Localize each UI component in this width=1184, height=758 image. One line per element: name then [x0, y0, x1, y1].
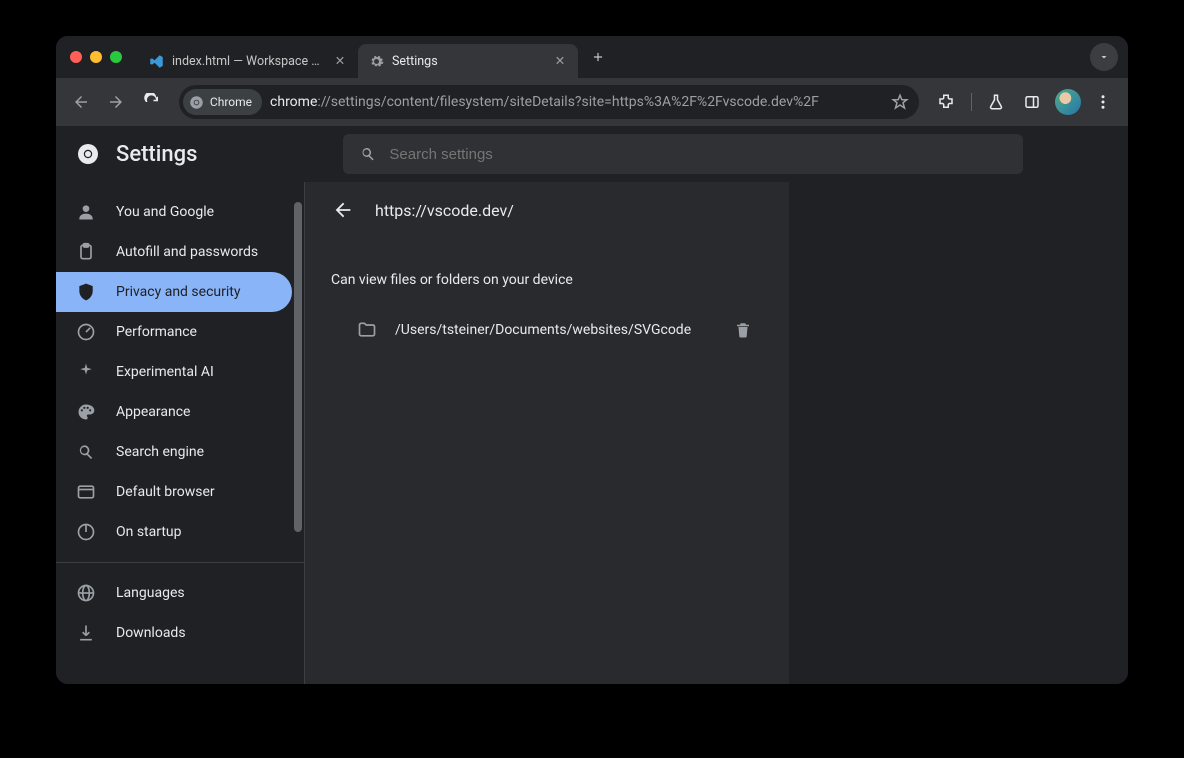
tab-title: index.html — Workspace — V: [172, 54, 324, 69]
browser-window: index.html — Workspace — V ✕ Settings ✕: [56, 36, 1128, 684]
browser-icon: [76, 482, 96, 502]
tab-settings[interactable]: Settings ✕: [358, 44, 578, 78]
site-origin-title: https://vscode.dev/: [375, 201, 514, 220]
person-icon: [76, 202, 96, 222]
nav-forward-button: [102, 85, 132, 119]
section-heading: Can view files or folders on your device: [331, 272, 763, 288]
chrome-icon: [189, 95, 204, 110]
settings-body: You and Google Autofill and passwords Pr…: [56, 182, 1128, 684]
palette-icon: [76, 402, 96, 422]
tab-index-html[interactable]: index.html — Workspace — V ✕: [138, 44, 358, 78]
search-settings-input[interactable]: [389, 146, 1007, 163]
sidebar-item-label: Languages: [116, 585, 185, 601]
new-tab-button[interactable]: [584, 43, 612, 71]
tab-title: Settings: [392, 54, 544, 69]
sidebar-item-label: On startup: [116, 524, 182, 540]
close-icon[interactable]: ✕: [332, 53, 348, 69]
page-header: https://vscode.dev/: [331, 182, 763, 238]
chrome-logo-icon: [76, 142, 100, 166]
url-text: chrome://settings/content/filesystem/sit…: [270, 94, 819, 110]
sidebar-item-label: Experimental AI: [116, 364, 214, 380]
sidebar-item-label: Search engine: [116, 444, 204, 460]
search-settings-field[interactable]: [343, 134, 1023, 174]
reload-button[interactable]: [137, 85, 167, 119]
extensions-button[interactable]: [931, 85, 961, 119]
window-minimize-button[interactable]: [90, 51, 102, 63]
bookmark-star-icon[interactable]: [891, 93, 909, 111]
clipboard-icon: [76, 242, 96, 262]
site-chip-label: Chrome: [210, 95, 252, 109]
sidebar-item-label: Privacy and security: [116, 284, 240, 300]
sidebar-item-performance[interactable]: Performance: [56, 312, 292, 352]
labs-button[interactable]: [981, 85, 1011, 119]
file-access-row: /Users/tsteiner/Documents/websites/SVGco…: [331, 304, 763, 356]
sidebar-item-default-browser[interactable]: Default browser: [56, 472, 292, 512]
search-icon: [359, 145, 377, 163]
sidebar-item-label: Downloads: [116, 625, 186, 641]
window-maximize-button[interactable]: [110, 51, 122, 63]
sidebar-item-label: Default browser: [116, 484, 215, 500]
nav-back-button[interactable]: [66, 85, 96, 119]
sidebar-item-label: You and Google: [116, 204, 214, 220]
gear-icon: [368, 53, 384, 69]
sidebar-item-autofill[interactable]: Autofill and passwords: [56, 232, 292, 272]
file-path-text: /Users/tsteiner/Documents/websites/SVGco…: [395, 322, 691, 338]
sidebar-separator: [56, 562, 304, 563]
settings-page: Settings You and Google Autofill and: [56, 126, 1128, 684]
sidebar-item-appearance[interactable]: Appearance: [56, 392, 292, 432]
window-controls: [70, 51, 122, 63]
delete-button[interactable]: [727, 314, 759, 346]
sidebar-item-on-startup[interactable]: On startup: [56, 512, 292, 552]
site-chip[interactable]: Chrome: [183, 89, 262, 115]
settings-sidebar: You and Google Autofill and passwords Pr…: [56, 182, 304, 684]
tab-strip: index.html — Workspace — V ✕ Settings ✕: [56, 36, 1128, 78]
settings-main-panel: https://vscode.dev/ Can view files or fo…: [305, 182, 789, 684]
toolbar-separator: [971, 93, 972, 111]
chrome-menu-button[interactable]: [1088, 85, 1118, 119]
browser-toolbar: Chrome chrome://settings/content/filesys…: [56, 78, 1128, 126]
sidebar-item-downloads[interactable]: Downloads: [56, 613, 292, 653]
power-icon: [76, 522, 96, 542]
settings-app-title: Settings: [116, 142, 197, 167]
sidebar-item-experimental-ai[interactable]: Experimental AI: [56, 352, 292, 392]
sidebar-item-search-engine[interactable]: Search engine: [56, 432, 292, 472]
download-icon: [76, 623, 96, 643]
search-icon: [76, 442, 96, 462]
vscode-icon: [148, 53, 164, 69]
panel-gutter: [789, 182, 1128, 684]
sidebar-scrollbar[interactable]: [294, 202, 302, 532]
side-panel-button[interactable]: [1017, 85, 1047, 119]
window-close-button[interactable]: [70, 51, 82, 63]
sidebar-item-privacy-security[interactable]: Privacy and security: [56, 272, 292, 312]
folder-icon: [357, 320, 377, 340]
sidebar-item-you-and-google[interactable]: You and Google: [56, 192, 292, 232]
close-icon[interactable]: ✕: [552, 53, 568, 69]
sidebar-item-languages[interactable]: Languages: [56, 573, 292, 613]
shield-icon: [76, 282, 96, 302]
profile-avatar[interactable]: [1053, 85, 1083, 119]
sidebar-item-label: Appearance: [116, 404, 190, 420]
sparkle-icon: [76, 362, 96, 382]
settings-header: Settings: [56, 126, 1128, 182]
speedometer-icon: [76, 322, 96, 342]
tab-search-button[interactable]: [1090, 43, 1118, 71]
globe-icon: [76, 583, 96, 603]
address-bar[interactable]: Chrome chrome://settings/content/filesys…: [179, 85, 919, 119]
sidebar-item-label: Autofill and passwords: [116, 244, 258, 260]
back-arrow-button[interactable]: [331, 198, 355, 222]
sidebar-item-label: Performance: [116, 324, 197, 340]
